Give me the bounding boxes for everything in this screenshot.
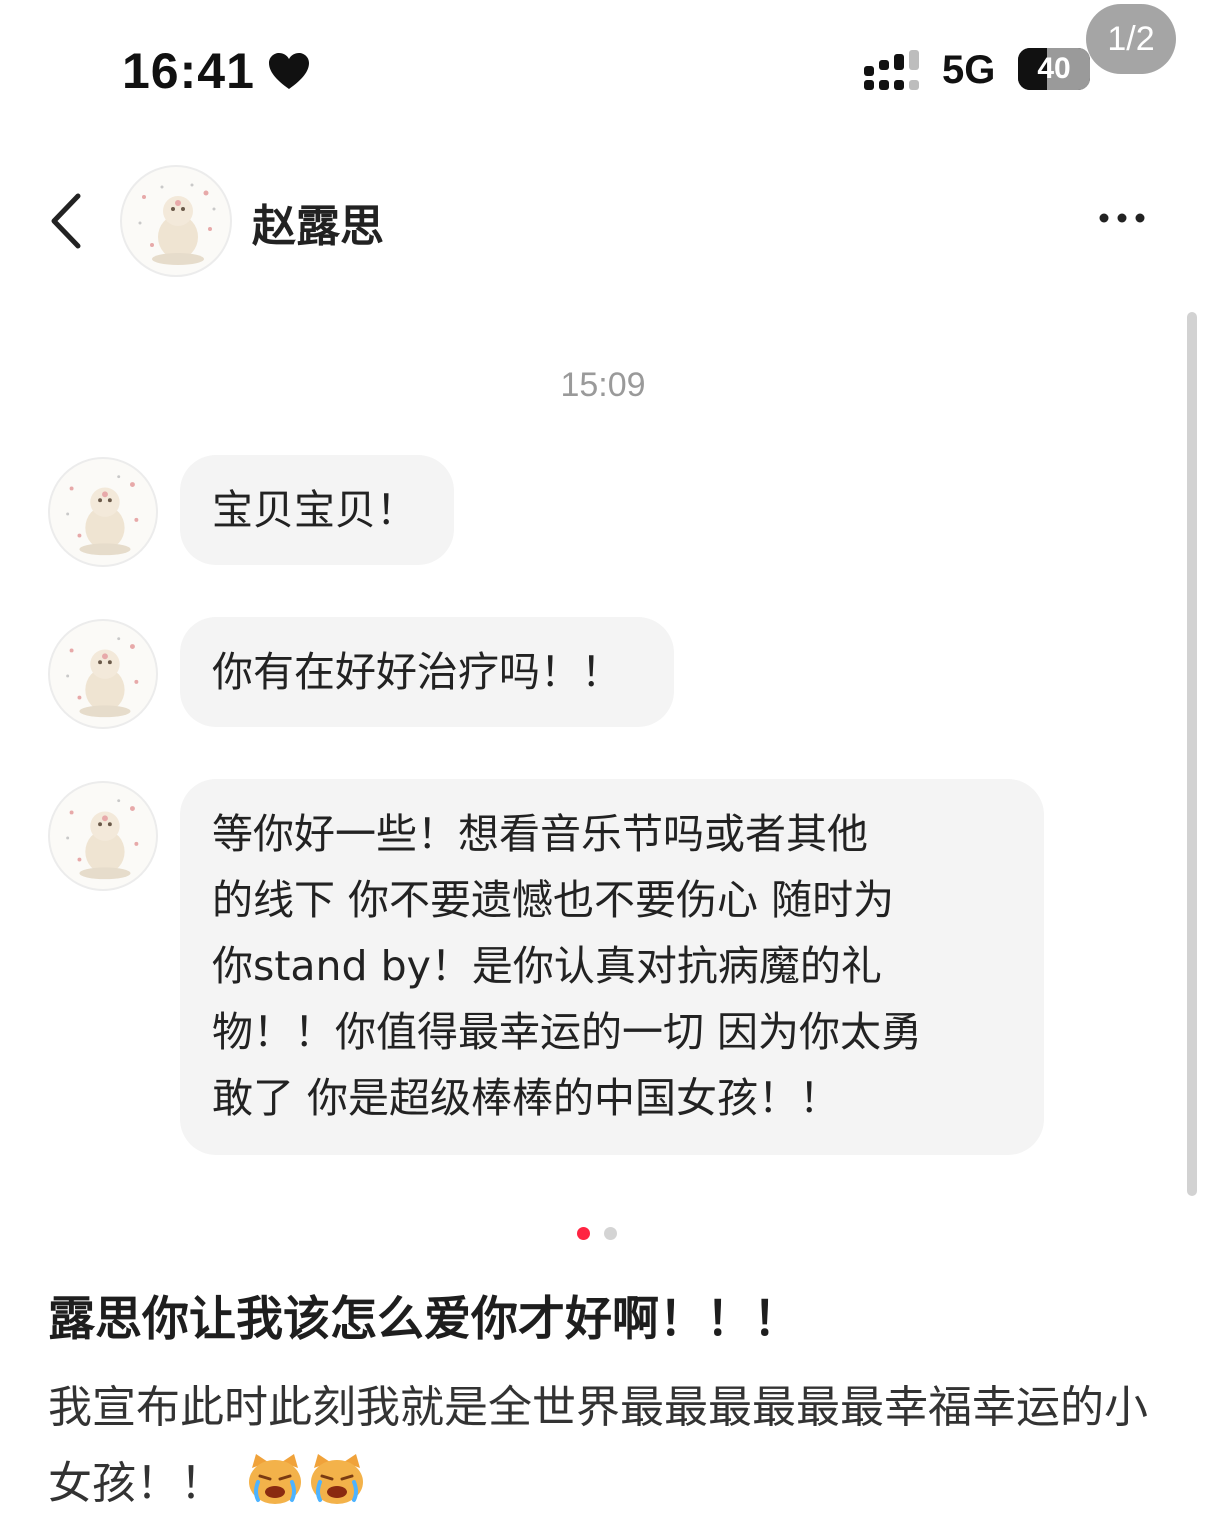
heart-icon <box>268 53 309 89</box>
post-title: 露思你让我该怎么爱你才好啊！！！ <box>48 1292 800 1347</box>
contact-avatar[interactable] <box>120 165 232 277</box>
screen: 16:41 5G 40 1/2 赵露思 15:09 宝贝宝贝！ 你有在好好治疗吗… <box>0 0 1206 1527</box>
message-bubble[interactable]: 等你好一些！想看音乐节吗或者其他 的线下 你不要遗憾也不要伤心 随时为 你sta… <box>180 779 1044 1155</box>
puppy-avatar-icon <box>138 183 216 265</box>
back-button[interactable] <box>42 188 92 254</box>
carousel-dot-active[interactable] <box>577 1227 590 1240</box>
puppy-avatar-icon <box>66 475 139 556</box>
message-avatar[interactable] <box>48 619 158 729</box>
chevron-left-icon <box>51 193 81 249</box>
message-bubble[interactable]: 宝贝宝贝！ <box>180 455 454 565</box>
puppy-avatar-icon <box>66 637 139 718</box>
status-bar-time: 16:41 <box>122 42 311 100</box>
puppy-avatar-icon <box>66 799 139 880</box>
post-body: 我宣布此时此刻我就是全世界最最最最最最幸福幸运的小女孩！！ <box>48 1370 1178 1522</box>
more-button[interactable] <box>1094 200 1150 236</box>
message-bubble[interactable]: 你有在好好治疗吗！！ <box>180 617 674 727</box>
ellipsis-icon <box>1099 213 1145 223</box>
battery-level: 40 <box>1037 52 1071 85</box>
post-body-text: 我宣布此时此刻我就是全世界最最最最最最幸福幸运的小女孩！！ <box>48 1382 1148 1509</box>
carousel-dot[interactable] <box>604 1227 617 1240</box>
signal-bars-icon <box>864 50 919 90</box>
contact-name: 赵露思 <box>252 201 384 252</box>
message-avatar[interactable] <box>48 781 158 891</box>
scrollbar[interactable] <box>1187 312 1197 1196</box>
image-page-counter: 1/2 <box>1086 4 1176 74</box>
network-type: 5G <box>942 48 996 92</box>
crying-cat-emoji <box>311 1454 363 1504</box>
crying-cat-emoji <box>249 1454 301 1504</box>
battery-indicator: 40 <box>1018 48 1090 90</box>
message-avatar[interactable] <box>48 457 158 567</box>
status-time-text: 16:41 <box>122 43 255 99</box>
chat-timestamp: 15:09 <box>560 366 646 404</box>
